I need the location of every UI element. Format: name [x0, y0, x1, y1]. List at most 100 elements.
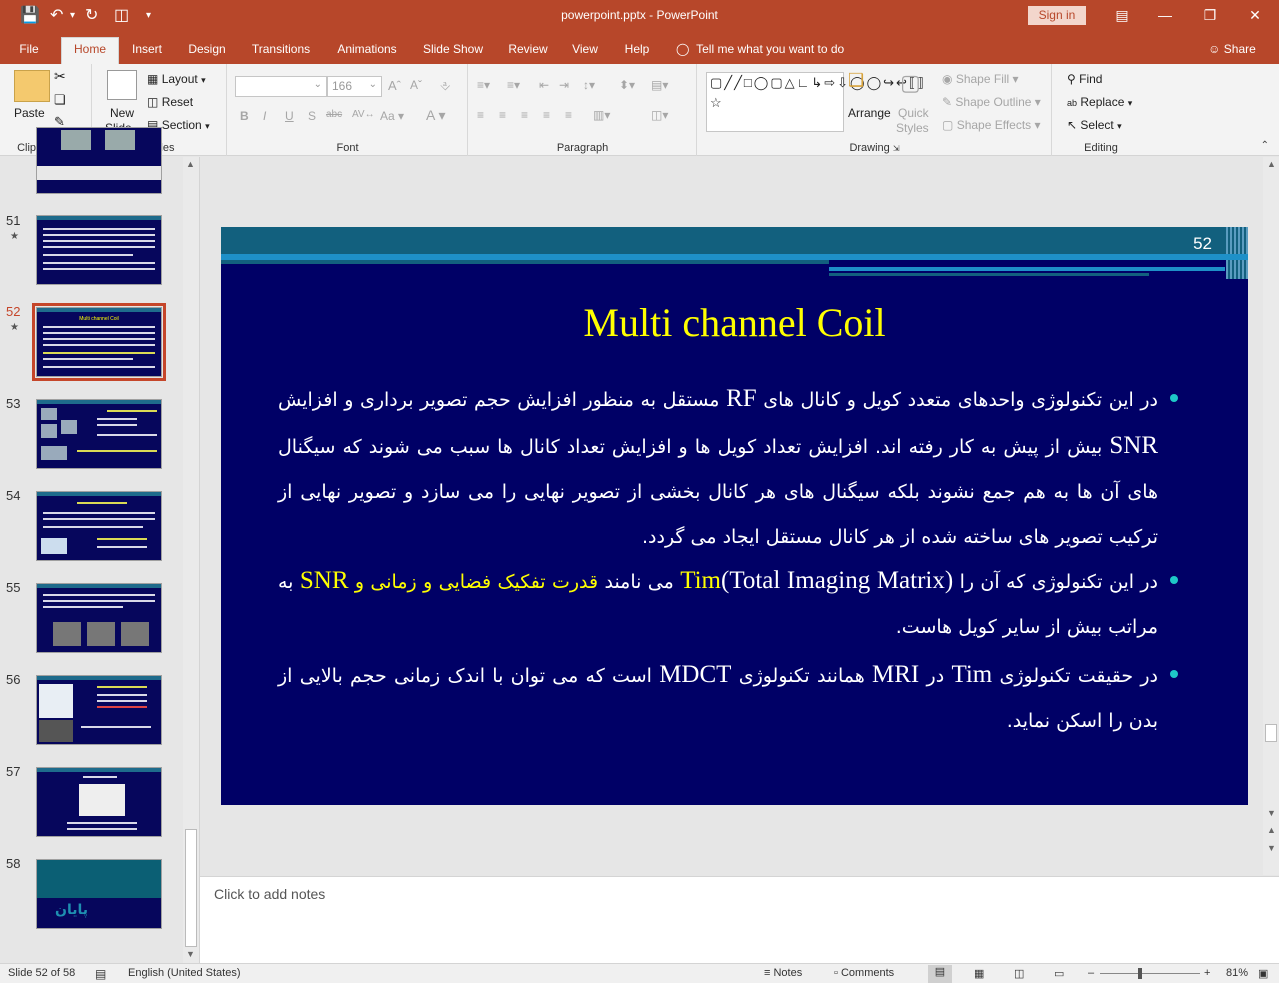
- decrease-font-icon[interactable]: Aˇ: [410, 78, 422, 92]
- align-right-icon[interactable]: ≡: [521, 108, 528, 122]
- thumbnail-58[interactable]: پایان: [36, 859, 162, 929]
- collapse-ribbon-icon[interactable]: ⌃: [1261, 140, 1269, 151]
- tab-design[interactable]: Design: [181, 38, 233, 64]
- notes-placeholder[interactable]: Click to add notes: [214, 886, 325, 902]
- shapes-gallery[interactable]: ▢╱╱□◯▢△∟↳⇨⇩◯◯↪↩⟦⟧☆: [706, 72, 924, 132]
- paste-icon[interactable]: [14, 70, 50, 102]
- reset-button[interactable]: ◫ Reset: [147, 95, 193, 109]
- tab-animations[interactable]: Animations: [331, 38, 403, 64]
- slide-title[interactable]: Multi channel Coil: [221, 299, 1248, 346]
- thumbnail-53[interactable]: [36, 399, 162, 469]
- numbering-icon[interactable]: ≡▾: [507, 78, 520, 92]
- bullets-icon[interactable]: ≡▾: [477, 78, 490, 92]
- font-size-dropdown[interactable]: 166 ⌄: [327, 76, 382, 97]
- shape-outline-button[interactable]: ✎ Shape Outline ▾: [942, 95, 1041, 109]
- language-indicator[interactable]: English (United States): [128, 967, 241, 979]
- decrease-indent-icon[interactable]: ⇤: [539, 78, 549, 92]
- replace-button[interactable]: ab Replace ▾: [1067, 95, 1132, 109]
- bullet-3[interactable]: در حقیقت تکنولوژی Tim در MRI همانند تکنو…: [278, 652, 1158, 744]
- bullet-1[interactable]: در این تکنولوژی واحدهای متعدد کویل و کان…: [278, 376, 1158, 560]
- quick-styles-button-line2[interactable]: Styles: [896, 121, 929, 135]
- zoom-level[interactable]: 81%: [1226, 967, 1248, 979]
- tab-help[interactable]: Help: [618, 38, 656, 64]
- new-slide-button[interactable]: New: [110, 106, 134, 120]
- spell-check-icon[interactable]: ▤: [95, 967, 106, 981]
- minimize-icon[interactable]: —: [1150, 4, 1180, 26]
- underline-icon[interactable]: U: [285, 109, 294, 123]
- scrollbar-thumb[interactable]: [1265, 724, 1277, 742]
- change-case-icon[interactable]: Aa ▾: [380, 109, 404, 123]
- clear-formatting-icon[interactable]: ⎀: [440, 78, 450, 94]
- italic-icon[interactable]: I: [263, 109, 266, 123]
- thumbnail-57[interactable]: [36, 767, 162, 837]
- copy-icon[interactable]: ❏: [54, 92, 66, 108]
- zoom-slider-handle[interactable]: [1138, 968, 1142, 979]
- cut-icon[interactable]: ✂: [54, 68, 66, 85]
- arrange-icon[interactable]: ❑: [848, 70, 864, 91]
- thumbnail-51[interactable]: [36, 215, 162, 285]
- restore-icon[interactable]: ❐: [1195, 4, 1225, 26]
- arrange-button[interactable]: Arrange: [848, 106, 891, 120]
- share-button[interactable]: ☺ Share: [1204, 38, 1260, 64]
- justify-icon[interactable]: ≡: [543, 108, 550, 122]
- shadow-icon[interactable]: S: [308, 109, 316, 123]
- scroll-down-icon[interactable]: ▼: [186, 949, 195, 959]
- align-text-icon[interactable]: ▤▾: [651, 78, 668, 92]
- quick-styles-icon[interactable]: ▢: [900, 70, 921, 96]
- next-slide-icon[interactable]: ▼: [1267, 843, 1276, 853]
- shape-effects-button[interactable]: ▢ Shape Effects ▾: [942, 118, 1041, 132]
- text-direction-icon[interactable]: ⬍▾: [619, 78, 635, 92]
- scrollbar-thumb[interactable]: [185, 829, 197, 947]
- comments-toggle[interactable]: ▫ Comments: [834, 967, 894, 979]
- tab-slide-show[interactable]: Slide Show: [419, 38, 487, 64]
- tab-review[interactable]: Review: [502, 38, 554, 64]
- zoom-slider[interactable]: [1100, 973, 1200, 974]
- zoom-out-icon[interactable]: –: [1088, 967, 1094, 979]
- increase-indent-icon[interactable]: ⇥: [559, 78, 569, 92]
- close-icon[interactable]: ✕: [1240, 4, 1270, 26]
- tell-me-search[interactable]: ◯ Tell me what you want to do: [676, 38, 866, 64]
- zoom-in-icon[interactable]: +: [1204, 967, 1210, 979]
- tab-home[interactable]: Home: [61, 37, 119, 64]
- slide-sorter-icon[interactable]: ▦: [974, 967, 984, 980]
- increase-font-icon[interactable]: Aˆ: [388, 78, 401, 93]
- bullet-2[interactable]: در این تکنولوژی که آن را Tim(Total Imagi…: [278, 558, 1158, 650]
- reading-view-icon[interactable]: ◫: [1014, 967, 1024, 980]
- strikethrough-icon[interactable]: abc: [326, 109, 342, 120]
- layout-button[interactable]: ▦ Layout ▾: [147, 72, 206, 86]
- thumbnail-56[interactable]: [36, 675, 162, 745]
- scroll-down-icon[interactable]: ▼: [1267, 808, 1276, 818]
- align-center-icon[interactable]: ≡: [499, 108, 506, 122]
- thumbnail-55[interactable]: [36, 583, 162, 653]
- distributed-icon[interactable]: ≡: [565, 108, 572, 122]
- tab-file[interactable]: File: [8, 38, 50, 64]
- tab-view[interactable]: View: [566, 38, 604, 64]
- notes-toggle[interactable]: ≡ Notes: [764, 967, 802, 979]
- ribbon-display-options-icon[interactable]: ▤: [1107, 4, 1137, 26]
- sign-in-button[interactable]: Sign in: [1028, 6, 1086, 25]
- fit-to-window-icon[interactable]: ▣: [1258, 967, 1268, 980]
- tab-insert[interactable]: Insert: [124, 38, 170, 64]
- previous-slide-icon[interactable]: ▲: [1267, 825, 1276, 835]
- smartart-icon[interactable]: ◫▾: [651, 108, 668, 122]
- line-spacing-icon[interactable]: ↕▾: [583, 78, 595, 92]
- tab-transitions[interactable]: Transitions: [245, 38, 317, 64]
- slideshow-icon[interactable]: ▭: [1054, 967, 1064, 980]
- quick-styles-button[interactable]: Quick: [898, 106, 929, 120]
- select-button[interactable]: ↖ Select ▾: [1067, 118, 1122, 132]
- thumbnail-50[interactable]: [36, 127, 162, 194]
- font-color-icon[interactable]: A ▾: [426, 107, 445, 124]
- dialog-launcher-icon[interactable]: ⇲: [893, 144, 900, 153]
- bold-icon[interactable]: B: [240, 109, 249, 123]
- scroll-up-icon[interactable]: ▲: [186, 159, 195, 169]
- align-left-icon[interactable]: ≡: [477, 108, 484, 122]
- notes-pane[interactable]: Click to add notes: [200, 876, 1279, 963]
- find-button[interactable]: ⚲ Find: [1067, 72, 1102, 86]
- thumbnails-scrollbar[interactable]: ▲ ▼: [183, 157, 199, 963]
- shape-fill-button[interactable]: ◉ Shape Fill ▾: [942, 72, 1019, 86]
- new-slide-icon[interactable]: [107, 70, 137, 100]
- normal-view-icon[interactable]: ▤: [928, 965, 952, 983]
- canvas-scrollbar[interactable]: ▲ ▼ ▲ ▼: [1263, 157, 1279, 875]
- paste-button[interactable]: Paste: [14, 106, 45, 120]
- font-name-dropdown[interactable]: ⌄: [235, 76, 327, 97]
